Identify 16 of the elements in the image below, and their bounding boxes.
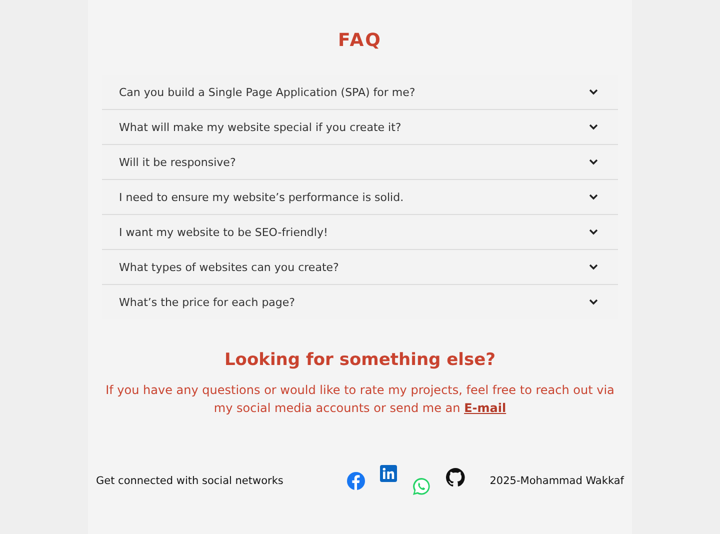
chevron-icon bbox=[589, 299, 598, 305]
facebook-icon[interactable] bbox=[346, 472, 365, 490]
contact-heading: Looking for something else? bbox=[223, 350, 497, 370]
linkedin-icon[interactable] bbox=[380, 465, 397, 482]
chevron-icon bbox=[589, 89, 598, 95]
chevron-icon bbox=[589, 194, 598, 200]
social-label: Get connected with social networks bbox=[96, 474, 284, 486]
contact-text: If you have any questions or would like to rate my projects, feel free to reach out via my social media accounts or send me an E-mail bbox=[104, 382, 616, 417]
github-icon[interactable] bbox=[446, 468, 465, 487]
copyright-text: 2025-Mohammad Wakkaf bbox=[490, 474, 624, 486]
email-link[interactable]: E-mail bbox=[464, 401, 506, 415]
faq-title: FAQ bbox=[337, 30, 383, 51]
chevron-icon bbox=[589, 264, 598, 270]
chevron-icon bbox=[589, 159, 598, 165]
chevron-icon bbox=[589, 229, 598, 235]
chevron-icon bbox=[589, 124, 598, 130]
